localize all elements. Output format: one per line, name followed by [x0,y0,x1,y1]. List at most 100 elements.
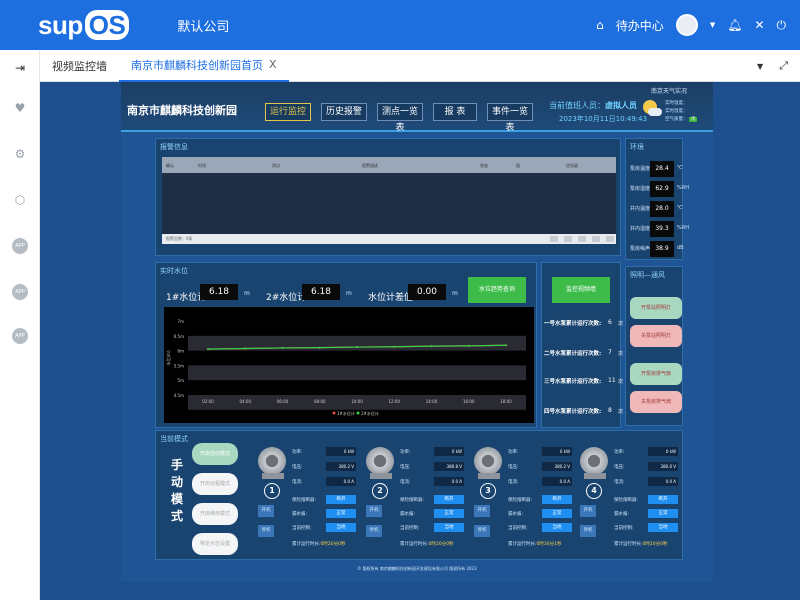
pump-control-value: 当地 [326,523,356,532]
pump-fault-label: 保险熔断器: [508,498,533,503]
expand-icon[interactable]: ⇥ [12,60,28,76]
pump-fault-value: 断开 [648,495,678,504]
duty-user-name: 虚拟人员 [605,101,637,110]
chart-legend-label: 1#水位计 [337,410,355,416]
pump-start-button[interactable]: 开机 [366,505,382,517]
fullscreen-icon[interactable]: ⤢ [779,59,788,73]
dashboard: 南京市麒麟科技创新园 运行监控 历史报警 测点一览表 报 表 事件一览表 当前值… [121,82,713,582]
pump-stop-button[interactable]: 停机 [366,525,382,537]
pump-runtime-label: 累计运行时长: [292,542,321,547]
chart-y-tick-label: 5.5m [174,363,184,368]
pump-count-value: 8 [608,407,612,414]
pump-stop-button[interactable]: 停机 [474,525,490,537]
pump-stop-button[interactable]: 停机 [258,525,274,537]
chart-y-tick-label: 4.5m [174,393,184,398]
avatar[interactable] [675,14,698,36]
light-off-button[interactable]: 关泵站照明灯 [630,325,682,347]
bell-icon[interactable]: 🔔︎ [727,18,742,32]
chart-point [207,348,209,351]
nav-events-table-button[interactable]: 事件一览表 [487,103,533,133]
nav-history-alarm-button[interactable]: 历史报警 [321,103,367,121]
level-diff-value: 0.00 [408,284,446,300]
alarm-total: 报警总数：0条 [166,236,193,241]
pump-start-button[interactable]: 开机 [258,505,274,517]
tab-bar: 视频监控墙 南京市麒麟科技创新园首页 X ▼ ⤢ [40,50,800,82]
auto-mode-button[interactable]: 开启自动模式 [192,443,238,465]
close-icon[interactable]: X [269,58,277,71]
light-on-button[interactable]: 开泵站照明灯 [630,297,682,319]
pump-power-label: 功率: [400,450,411,455]
fan-off-button[interactable]: 关泵房排气扇 [630,391,682,413]
alarm-panel-title: 报警信息 [160,143,188,151]
fan-on-button[interactable]: 开泵房排气扇 [630,363,682,385]
pump-runtime-value: 0时20分0秒 [320,542,346,547]
pump-fault-label: 保险熔断器: [292,498,317,503]
level-setting-button[interactable]: 特定水位设置 [192,533,238,555]
pump-current-value: 0.0 A [434,477,464,486]
caret-down-icon[interactable]: ▼ [757,62,763,71]
chart-x-tick-label: 18:00 [500,399,512,404]
footer-copyright: © 版权所有 南京麒麟科技创新园开发建设有限公司 版权所有 2023 [357,566,477,571]
cube-icon[interactable]: ⬡ [12,192,28,208]
chart-y-tick-label: 6m [178,349,185,354]
home-icon[interactable]: ⌂ [596,18,604,32]
water-level-panel: 实时水位 1#水位计: 6.18 m 2#水位计: 6.18 m 水位计差值: … [155,262,537,428]
tab-video-wall[interactable]: 视频监控墙 [40,50,119,82]
weather-title: 南京天气实况 [651,88,688,95]
pump-stop-button[interactable]: 停机 [580,525,596,537]
pump-control-value: 当地 [434,523,464,532]
gear-icon[interactable]: ⚙ [12,146,28,162]
pump-current-label: 电流: [508,480,519,485]
maintenance-mode-button[interactable]: 开启维修模式 [192,503,238,525]
pump-number: 2 [372,483,388,499]
app-icon-2[interactable]: APP [12,284,28,300]
video-wall-button[interactable]: 监控视频墙 [552,277,610,303]
heart-icon[interactable]: ♥ [12,100,28,116]
chevron-down-icon[interactable]: ▼ [710,21,715,29]
app-icon-1[interactable]: APP [12,238,28,254]
chart-point [281,346,284,349]
todo-center-link[interactable]: 待办中心 [616,17,664,34]
pump-start-button[interactable]: 开机 [580,505,596,517]
pump-start-button[interactable]: 开机 [474,505,490,517]
environment-panel-title: 环境 [630,143,644,151]
pump-leak-label: 漏水报: [614,512,630,517]
pump-fault-value: 断开 [326,495,356,504]
pump-fault-value: 断开 [542,495,572,504]
tools-icon[interactable]: ✕ [754,18,764,32]
env-value: 38.9 [650,241,674,257]
tab-home[interactable]: 南京市麒麟科技创新园首页 X [119,50,289,82]
chart-band [188,365,526,381]
pump-power-label: 功率: [614,450,625,455]
nav-run-monitor-button[interactable]: 运行监控 [265,103,311,121]
power-icon[interactable]: ⏻ [777,18,787,33]
remote-mode-button[interactable]: 开启远程模式 [192,473,238,495]
alarm-table-footer: 报警总数：0条 [162,234,616,244]
pump-leak-value: 正常 [434,509,464,518]
chart-point [356,346,358,349]
chart-y-tick-label: 7m [178,319,185,324]
pump-current-label: 电流: [400,480,411,485]
alarm-help-icon[interactable] [592,236,600,242]
pump-power-value: 0 kW [648,447,678,456]
company-name[interactable]: 默认公司 [177,16,229,35]
alarm-table-icon[interactable] [564,236,572,242]
alarm-confirm-icon[interactable] [550,236,558,242]
chart-x-tick-label: 06:00 [277,399,289,404]
app-icon-3[interactable]: APP [12,328,28,344]
pump-fault-value: 断开 [434,495,464,504]
nav-report-button[interactable]: 报 表 [433,103,477,121]
pump-leak-value: 正常 [326,509,356,518]
pump-card-1: 1 开机 停机 功率: 0 kW 电压: 380.2 V 电流: 0.0 A 保险熔断… [258,439,364,549]
nav-points-table-button[interactable]: 测点一览表 [377,103,423,133]
top-bar: sup OS 默认公司 ⌂ 待办中心 ▼ 🔔︎ ✕ ⏻ [0,0,800,50]
pump-power-label: 功率: [292,450,303,455]
env-unit: dB [677,245,684,251]
pump-voltage-label: 电压: [292,465,303,470]
pump-power-value: 0 kW [326,447,356,456]
supos-logo[interactable]: sup OS [38,9,130,41]
alarm-filter-icon[interactable] [578,236,586,242]
cloud-icon [648,108,662,116]
alarm-next-icon[interactable] [606,236,614,242]
level-trend-button[interactable]: 水位趋势查询 [468,277,526,303]
